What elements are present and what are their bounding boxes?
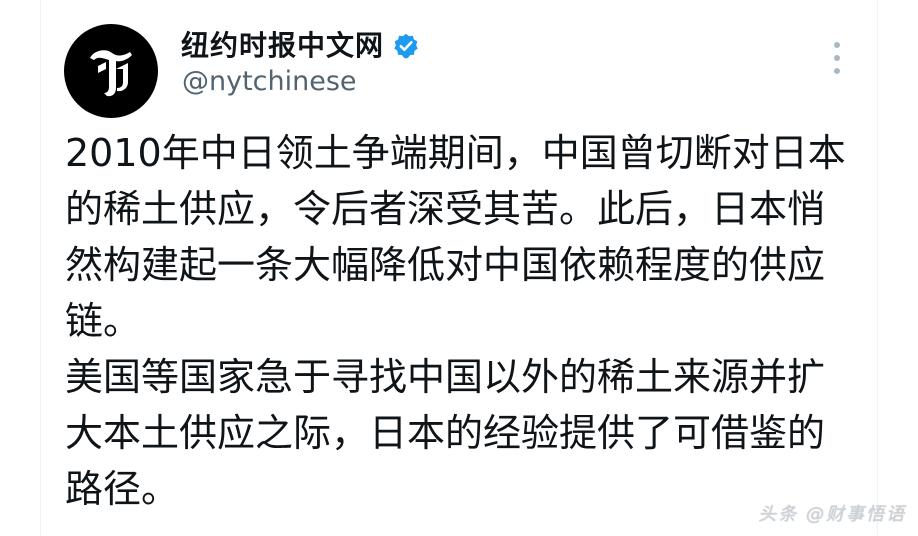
card-left-border [40,0,41,536]
tweet-paragraph: 美国等国家急于寻找中国以外的稀土来源并扩大本土供应之际，日本的经验提供了可借鉴的… [65,355,826,511]
more-vertical-icon[interactable] [823,38,851,78]
verified-badge-icon [392,32,420,60]
card-right-border [877,0,878,536]
avatar[interactable] [64,24,158,118]
display-name[interactable]: 纽约时报中文网 [181,32,384,60]
watermark: 头条 @财事悟语 [758,504,906,525]
nyt-t-logo-icon [90,50,132,97]
tweet-text: 2010年中日领土争端期间，中国曾切断对日本的稀土供应，令后者深受其苦。此后，日… [65,125,855,517]
account-handle[interactable]: @nytchinese [182,66,357,98]
tweet-card: 纽约时报中文网 @nytchinese 2010年中日领土争端期间，中国曾切断对… [0,0,918,536]
tweet-paragraph: 2010年中日领土争端期间，中国曾切断对日本的稀土供应，令后者深受其苦。此后，日… [65,131,846,343]
display-name-row: 纽约时报中文网 [181,26,420,66]
